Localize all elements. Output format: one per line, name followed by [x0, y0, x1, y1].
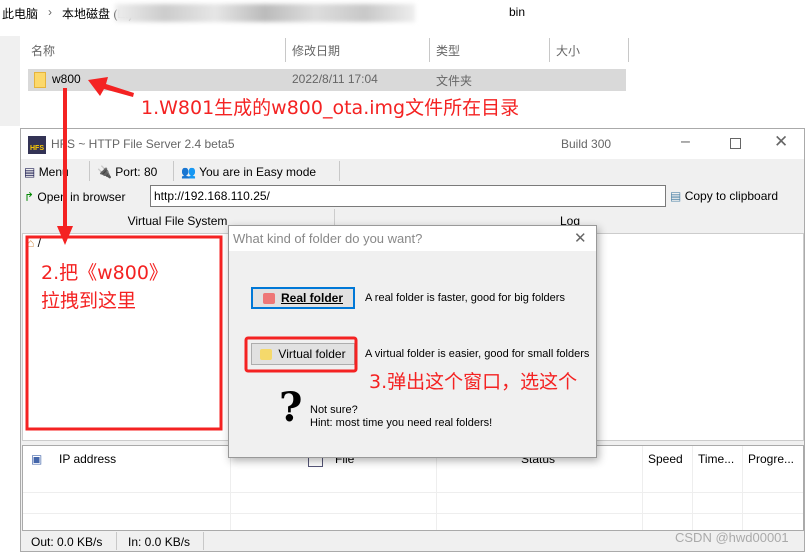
virtual-button-highlight	[244, 336, 358, 373]
arrow-1	[88, 77, 134, 97]
annotation-2-line2: 拉拽到这里	[41, 290, 137, 312]
annotation-1: 1.W801生成的w800_ota.img文件所在目录	[141, 97, 520, 119]
annotation-2-line1: 2.把《w800》	[41, 262, 168, 284]
annotation-3: 3.弹出这个窗口，选这个	[369, 371, 578, 393]
arrow-2-shaft	[63, 88, 67, 228]
